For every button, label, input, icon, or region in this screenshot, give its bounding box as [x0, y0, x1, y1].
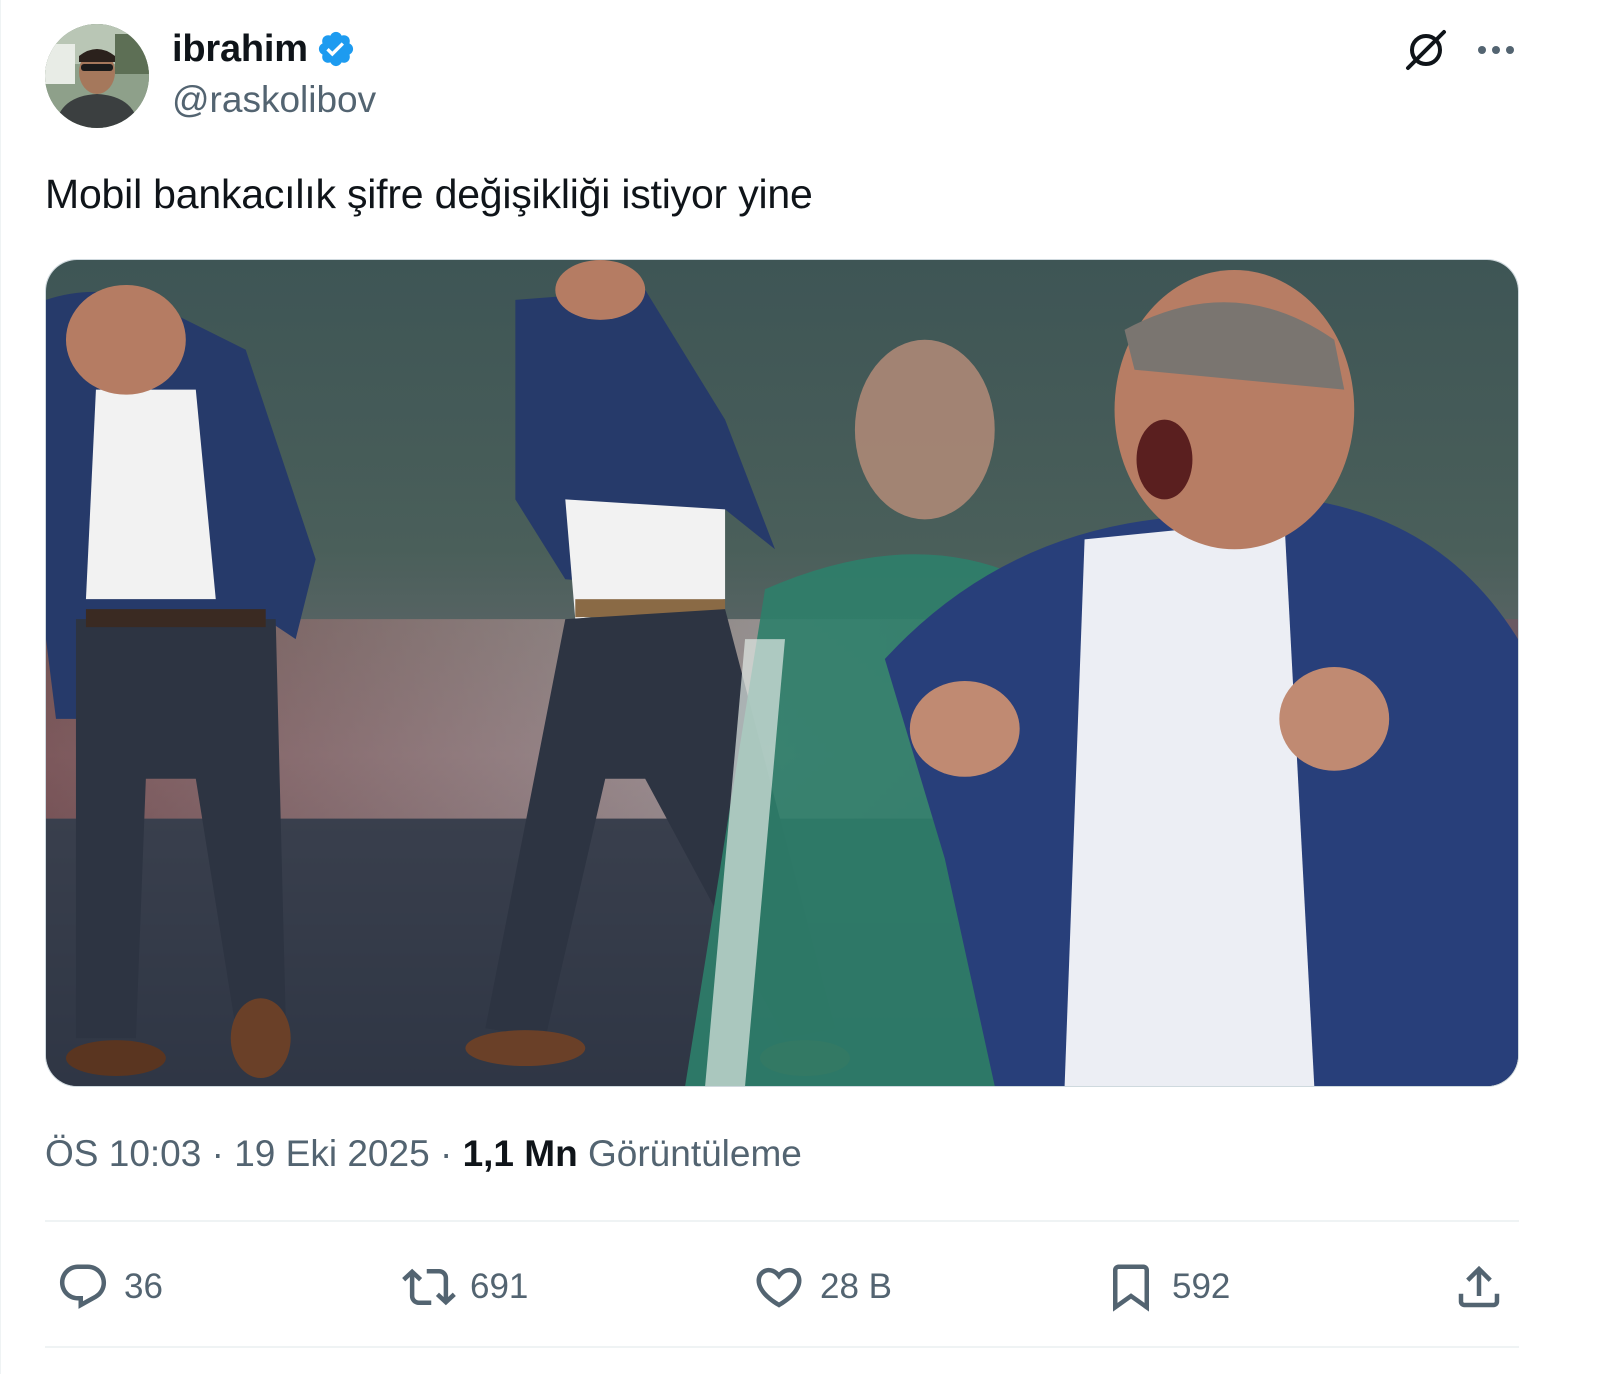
- share-icon: [1458, 1265, 1500, 1308]
- tweet-text: Mobil bankacılık şifre değişikliği istiy…: [45, 171, 813, 217]
- tweet-meta: ÖS 10:03 · 19 Eki 2025 · 1,1 Mn Görüntül…: [45, 1130, 802, 1178]
- tweet-time[interactable]: ÖS 10:03: [45, 1133, 201, 1174]
- author-display-name[interactable]: ibrahim: [172, 26, 308, 72]
- bookmark-button[interactable]: 592: [1104, 1258, 1230, 1316]
- reply-icon: [59, 1264, 107, 1309]
- tweet-card: ibrahim @raskolibov Mobil bankacılık şif…: [0, 0, 1598, 1374]
- repost-button[interactable]: 691: [402, 1258, 528, 1316]
- bookmark-count: 592: [1172, 1267, 1231, 1306]
- divider: [45, 1220, 1519, 1222]
- meta-separator: ·: [211, 1133, 224, 1174]
- meta-separator-2: ·: [439, 1133, 453, 1174]
- bottom-divider: [45, 1346, 1519, 1348]
- views-count[interactable]: 1,1 Mn: [463, 1133, 578, 1174]
- verified-badge-icon: [318, 31, 353, 67]
- bookmark-icon: [1113, 1264, 1149, 1312]
- more-icon[interactable]: [1470, 26, 1522, 74]
- tweet-date[interactable]: 19 Eki 2025: [234, 1133, 429, 1174]
- like-button[interactable]: 28 B: [752, 1258, 892, 1316]
- reply-button[interactable]: 36: [56, 1258, 163, 1316]
- share-button[interactable]: [1452, 1258, 1506, 1316]
- grok-icon[interactable]: [1402, 26, 1450, 74]
- heart-icon: [756, 1267, 802, 1308]
- author-handle[interactable]: @raskolibov: [172, 78, 376, 122]
- repost-icon: [402, 1268, 456, 1306]
- views-label[interactable]: Görüntüleme: [588, 1133, 802, 1174]
- avatar[interactable]: [45, 24, 149, 128]
- repost-count: 691: [470, 1267, 529, 1306]
- reply-count: 36: [124, 1267, 163, 1306]
- left-border: [0, 0, 1, 1374]
- tweet-media-photo[interactable]: [45, 259, 1519, 1087]
- like-count: 28 B: [820, 1267, 892, 1306]
- author-name-row[interactable]: ibrahim: [172, 26, 356, 72]
